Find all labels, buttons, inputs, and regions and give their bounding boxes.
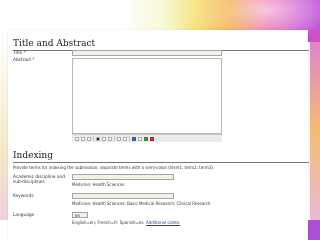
keywords-hint: Medicine; Health Sciences; Basic Medical… bbox=[72, 201, 211, 206]
keywords-label: Keywords bbox=[13, 194, 34, 199]
discipline-label-line2: sub-disciplines bbox=[13, 180, 45, 185]
section-title-and-abstract-heading: Title and Abstract bbox=[13, 39, 96, 49]
language-label: Language bbox=[13, 213, 35, 218]
cut-icon[interactable] bbox=[75, 136, 79, 141]
italic-icon[interactable] bbox=[102, 136, 106, 141]
section-indexing-heading: Indexing bbox=[13, 151, 53, 161]
underline-icon[interactable] bbox=[108, 136, 112, 141]
decorative-right-edge bbox=[310, 30, 320, 230]
html-icon[interactable] bbox=[150, 136, 154, 141]
indexing-instructions: Provide terms for indexing the submissio… bbox=[13, 165, 215, 170]
submission-form: Title and Abstract Title * Abstract * In… bbox=[8, 30, 309, 240]
paste-icon[interactable] bbox=[87, 136, 91, 141]
unlink-icon[interactable] bbox=[138, 136, 142, 141]
language-hint-text: English=en; French=fr; Spanish=es. bbox=[72, 220, 145, 225]
keywords-input[interactable] bbox=[72, 193, 174, 199]
discipline-hint: Medicine; Health Sciences bbox=[72, 182, 125, 187]
decorative-left-edge bbox=[0, 30, 8, 230]
additional-codes-link[interactable]: Additional codes. bbox=[146, 220, 180, 225]
link-icon[interactable] bbox=[132, 136, 136, 141]
title-input[interactable] bbox=[72, 50, 222, 56]
abstract-label: Abstract * bbox=[13, 58, 35, 63]
numbered-list-icon[interactable] bbox=[123, 136, 127, 141]
title-label: Title * bbox=[13, 51, 26, 56]
language-input[interactable]: en bbox=[72, 212, 88, 218]
copy-icon[interactable] bbox=[81, 136, 85, 141]
bold-icon[interactable] bbox=[96, 136, 100, 141]
bullet-list-icon[interactable] bbox=[117, 136, 121, 141]
language-hint: English=en; French=fr; Spanish=es. Addit… bbox=[72, 220, 180, 225]
image-icon[interactable] bbox=[144, 136, 148, 141]
abstract-editor[interactable] bbox=[72, 58, 222, 134]
toolbar-separator bbox=[93, 136, 94, 141]
discipline-input[interactable] bbox=[72, 174, 174, 180]
section-divider bbox=[13, 162, 309, 163]
toolbar-separator bbox=[114, 136, 115, 141]
toolbar-separator bbox=[129, 136, 130, 141]
abstract-editor-toolbar bbox=[72, 134, 222, 142]
